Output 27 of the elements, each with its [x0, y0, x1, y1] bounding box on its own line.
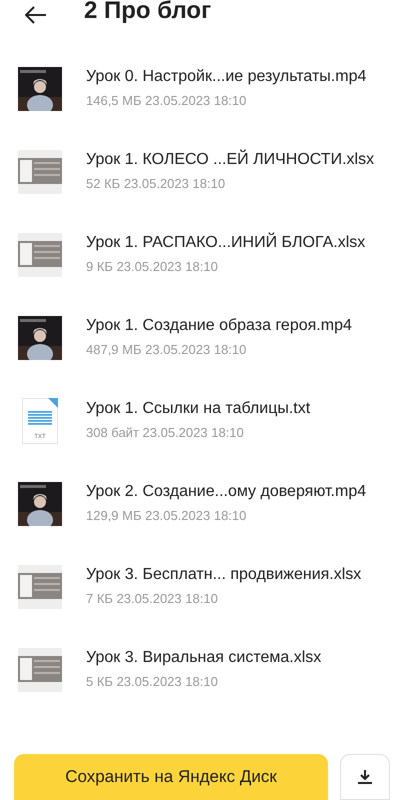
- file-name: Урок 0. Настройк...ие результаты.mp4: [86, 66, 366, 87]
- file-name: Урок 1. Создание образа героя.mp4: [86, 316, 352, 336]
- file-name: Урок 1. Ссылки на таблицы.txt: [86, 398, 310, 419]
- file-name: Урок 3. Виральная система.xlsx: [86, 648, 322, 668]
- folder-title: 2 Про блог: [84, 0, 212, 23]
- file-item[interactable]: Урок 1. КОЛЕСО ...ЕЙ ЛИЧНОСТИ.xlsx 52 КБ 23.05.2023 18:10: [0, 130, 404, 213]
- file-name: Урок 1. КОЛЕСО ...ЕЙ ЛИЧНОСТИ.xlsx: [86, 150, 374, 170]
- file-name: Урок 2. Создание...ому доверяют.mp4: [86, 482, 366, 502]
- file-item[interactable]: Урок 3. Бесплатн... продвижения.xlsx 7 КБ 23.05.2023 18:10: [0, 545, 404, 628]
- file-meta: 129,9 МБ 23.05.2023 18:10: [86, 506, 248, 525]
- download-icon: [358, 770, 372, 784]
- file-meta: 5 КБ 23.05.2023 18:10: [86, 672, 219, 691]
- file-meta: 487,9 МБ 23.05.2023 18:10: [86, 340, 248, 359]
- file-item[interactable]: Урок 1. РАСПАКО...ИНИЙ БЛОГА.xlsx 9 КБ 23.05.2023 18:10: [0, 213, 404, 296]
- file-meta: 9 КБ 23.05.2023 18:10: [86, 258, 219, 276]
- file-meta: 7 КБ 23.05.2023 18:10: [86, 590, 219, 608]
- file-item[interactable]: Урок 3. Виральная система.xlsx 5 КБ 23.05.2023 18:10: [0, 628, 404, 711]
- save-button[interactable]: Сохранить на Яндекс Диск: [14, 754, 328, 800]
- file-item[interactable]: Урок 1. Создание образа героя.mp4 487,9 МБ 23.05.2023 18:10: [0, 296, 404, 379]
- download-button[interactable]: [340, 754, 390, 800]
- file-meta: 308 байт 23.05.2023 18:10: [86, 424, 245, 442]
- file-name: Урок 1. РАСПАКО...ИНИЙ БЛОГА.xlsx: [86, 232, 366, 253]
- file-meta: 146,5 МБ 23.05.2023 18:10: [86, 92, 248, 110]
- file-name: Урок 3. Бесплатн... продвижения.xlsx: [86, 564, 362, 585]
- file-item[interactable]: Урок 2. Создание...ому доверяют.mp4 129,9 МБ 23.05.2023 18:10: [0, 462, 404, 545]
- file-item[interactable]: Урок 0. Настройк...ие результаты.mp4 146,5 МБ 23.05.2023 18:10: [0, 47, 404, 130]
- file-meta: 52 КБ 23.05.2023 18:10: [86, 174, 226, 193]
